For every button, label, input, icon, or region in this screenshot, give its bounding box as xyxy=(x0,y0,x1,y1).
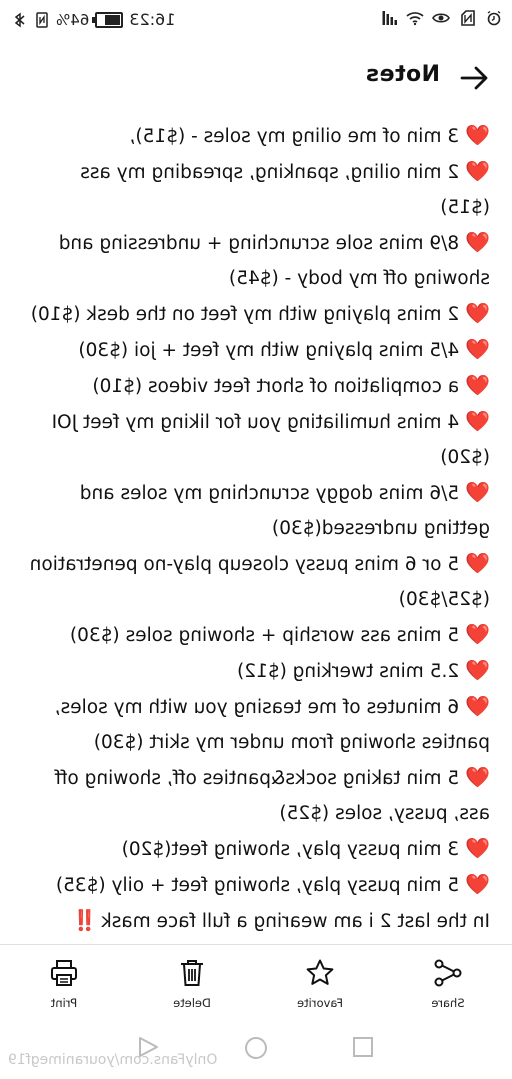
note-text: ass, pussy, soles ($25) xyxy=(279,803,490,824)
note-text: 2 min oiling, spanking, spreading my ass xyxy=(80,162,460,183)
heart-icon: ❤️ xyxy=(465,658,490,682)
note-line: ($15) xyxy=(22,190,490,225)
heart-icon: ❤️ xyxy=(465,409,490,433)
sim-icon xyxy=(460,10,476,26)
note-text: 4/5 mins playing with my feet + joi ($30… xyxy=(78,340,460,361)
heart-icon: ❤️ xyxy=(465,872,490,896)
note-text: 3 min pussy play, showing feet($20) xyxy=(121,839,460,860)
arrow-left-icon xyxy=(460,66,488,90)
note-line: ❤️5 or 6 mins pussy closeup play-no pene… xyxy=(22,546,490,582)
note-text: 2 mins playing with my feet on the desk … xyxy=(30,304,460,325)
note-text: 5 mins ass worship + showing soles ($30) xyxy=(69,625,460,646)
note-content[interactable]: ❤️3 min of me oiling my soles - ($15), ❤️… xyxy=(22,118,490,939)
bluetooth-icon xyxy=(12,12,28,28)
watermark-text: OnlyFans.com/youranimegf19 xyxy=(8,1052,218,1068)
toolbar-divider xyxy=(0,944,512,945)
bottom-toolbar: Share Favorite Delete Print xyxy=(0,954,512,1016)
note-text: ($20) xyxy=(440,447,490,468)
note-text: 4 mins humiliating you for liking my fee… xyxy=(51,412,460,433)
watermark: OnlyFans.com/youranimegf19 xyxy=(0,1052,512,1068)
eye-icon xyxy=(432,10,450,26)
note-line: ❤️3 min pussy play, showing feet($20) xyxy=(22,831,490,867)
wifi-icon xyxy=(406,10,424,26)
heart-icon: ❤️ xyxy=(465,551,490,575)
note-text: 5/6 mins doggy scrunching my soles and xyxy=(79,483,460,504)
battery-percent: 64% xyxy=(56,10,90,29)
printer-icon xyxy=(51,960,77,986)
delete-label: Delete xyxy=(173,996,211,1010)
note-line: getting undressed($30) xyxy=(22,511,490,546)
battery-fill xyxy=(104,14,121,25)
print-label: Print xyxy=(50,996,78,1010)
note-text: 8/9 mins sole scrunching + undressing an… xyxy=(58,233,460,254)
note-line: ❤️a compilation of short feet videos ($1… xyxy=(22,368,490,404)
heart-icon: ❤️ xyxy=(465,301,490,325)
notes-screen: 16:23 64% Notes ❤️3 min of me oiling my … xyxy=(0,0,512,1079)
share-button[interactable]: Share xyxy=(384,954,512,1016)
back-button[interactable] xyxy=(456,60,492,96)
heart-icon: ❤️ xyxy=(465,230,490,254)
battery-icon xyxy=(95,11,124,28)
note-text: 5 min taking socks&panties off, showing … xyxy=(54,768,460,789)
status-bar: 16:23 64% xyxy=(0,0,512,40)
note-line: ❤️5 min taking socks&panties off, showin… xyxy=(22,760,490,796)
note-line: ❤️2.5 mins twerking ($12) xyxy=(22,653,490,689)
double-exclamation-icon: ‼️ xyxy=(72,908,97,932)
alarm-icon xyxy=(486,10,502,26)
status-left-group xyxy=(382,10,502,26)
note-line: ($20) xyxy=(22,440,490,475)
note-line: panties showing from under my skirt ($30… xyxy=(22,725,490,760)
note-text: 3 min of me oiling my soles - ($15), xyxy=(129,126,460,147)
note-text: panties showing from under my skirt ($30… xyxy=(93,732,490,753)
delete-button[interactable]: Delete xyxy=(128,954,256,1016)
heart-icon: ❤️ xyxy=(465,373,490,397)
heart-icon: ❤️ xyxy=(465,480,490,504)
note-line: ass, pussy, soles ($25) xyxy=(22,796,490,831)
note-line: ❤️4 mins humiliating you for liking my f… xyxy=(22,404,490,440)
heart-icon: ❤️ xyxy=(465,123,490,147)
note-text: 2.5 mins twerking ($12) xyxy=(237,661,460,682)
favorite-button[interactable]: Favorite xyxy=(256,954,384,1016)
note-line: ❤️6 minutes of me teasing you with my so… xyxy=(22,689,490,725)
signal-icon xyxy=(382,10,398,26)
heart-icon: ❤️ xyxy=(465,836,490,860)
note-text: 6 minutes of me teasing you with my sole… xyxy=(54,697,460,718)
note-final-line: In the last 2 i am wearing a full face m… xyxy=(22,903,490,939)
note-line: ❤️5 mins ass worship + showing soles ($3… xyxy=(22,617,490,653)
note-text: In the last 2 i am wearing a full face m… xyxy=(100,911,490,932)
note-text: a compilation of short feet videos ($10) xyxy=(92,376,460,397)
nfc-icon xyxy=(34,11,50,28)
header: Notes xyxy=(0,52,512,108)
star-icon xyxy=(306,959,334,985)
status-right-group: 16:23 64% xyxy=(12,10,175,29)
heart-icon: ❤️ xyxy=(465,694,490,718)
note-text: 5 or 6 mins pussy closeup play-no penetr… xyxy=(29,554,460,575)
note-line: ❤️5/6 mins doggy scrunching my soles and xyxy=(22,475,490,511)
clock: 16:23 xyxy=(129,10,176,29)
share-icon xyxy=(434,959,462,987)
note-text: ($25/$30) xyxy=(398,589,490,610)
note-line: ❤️8/9 mins sole scrunching + undressing … xyxy=(22,225,490,261)
note-text: getting undressed($30) xyxy=(271,518,490,539)
heart-icon: ❤️ xyxy=(465,765,490,789)
heart-icon: ❤️ xyxy=(465,337,490,361)
note-line: ❤️2 min oiling, spanking, spreading my a… xyxy=(22,154,490,190)
favorite-label: Favorite xyxy=(297,996,343,1010)
note-line: ❤️3 min of me oiling my soles - ($15), xyxy=(22,118,490,154)
note-line: ($25/$30) xyxy=(22,582,490,617)
note-line: ❤️2 mins playing with my feet on the des… xyxy=(22,296,490,332)
note-line: ❤️5 min pussy play, showing feet + oily … xyxy=(22,867,490,903)
note-text: showing off my body - ($45) xyxy=(228,268,490,289)
print-button[interactable]: Print xyxy=(0,954,128,1016)
share-label: Share xyxy=(431,996,465,1010)
note-line: showing off my body - ($45) xyxy=(22,261,490,296)
note-text: 5 min pussy play, showing feet + oily ($… xyxy=(55,875,460,896)
trash-icon xyxy=(181,960,203,986)
heart-icon: ❤️ xyxy=(465,159,490,183)
heart-icon: ❤️ xyxy=(465,622,490,646)
page-title: Notes xyxy=(365,62,440,87)
note-line: ❤️4/5 mins playing with my feet + joi ($… xyxy=(22,332,490,368)
note-text: ($15) xyxy=(440,197,490,218)
